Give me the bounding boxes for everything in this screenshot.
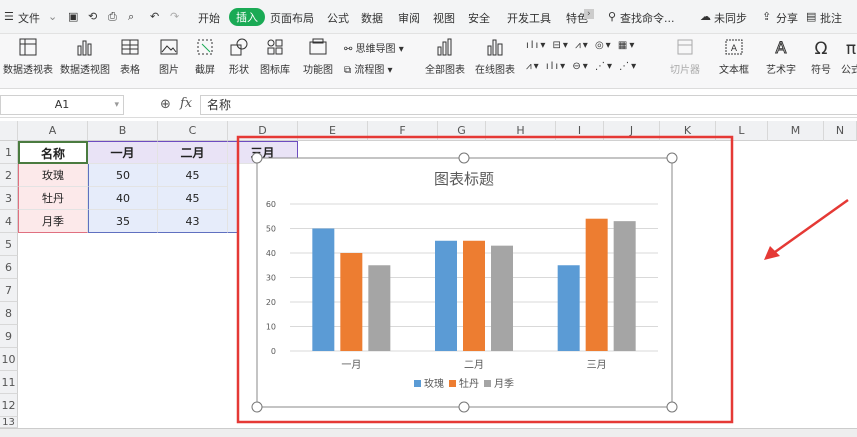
sheet-tabs-bar[interactable] bbox=[0, 428, 857, 437]
y-tick-label: 50 bbox=[266, 225, 276, 234]
x-tick-label: 二月 bbox=[464, 359, 484, 371]
bar bbox=[585, 218, 608, 351]
bar bbox=[613, 221, 636, 351]
bar bbox=[435, 240, 457, 351]
resize-handle[interactable] bbox=[251, 152, 263, 164]
bar bbox=[491, 245, 513, 351]
chart-overlay: 图表标题 0 10 20 30 40 50 60 一月 二月 三月玫瑰 牡丹 月季 bbox=[236, 135, 849, 424]
y-tick-label: 20 bbox=[266, 298, 276, 307]
bar bbox=[340, 253, 363, 351]
bar bbox=[463, 240, 485, 351]
resize-handle[interactable] bbox=[666, 401, 678, 413]
y-tick-label: 60 bbox=[266, 200, 276, 209]
resize-handle[interactable] bbox=[458, 152, 470, 164]
resize-handle[interactable] bbox=[458, 401, 470, 413]
legend-swatch bbox=[414, 380, 421, 387]
y-tick-label: 30 bbox=[266, 274, 276, 283]
chart-title: 图表标题 bbox=[434, 170, 494, 188]
resize-handle[interactable] bbox=[251, 401, 263, 413]
y-tick-label: 10 bbox=[266, 323, 276, 332]
legend-label: 玫瑰 bbox=[424, 377, 444, 390]
x-tick-label: 三月 bbox=[587, 359, 607, 371]
red-arrow bbox=[764, 198, 849, 260]
resize-handle[interactable] bbox=[666, 152, 678, 164]
arrow-shaft bbox=[774, 198, 849, 254]
bar bbox=[557, 265, 580, 351]
legend-label: 月季 bbox=[494, 378, 514, 390]
y-tick-label: 40 bbox=[266, 249, 276, 258]
bar bbox=[368, 265, 391, 351]
legend-label: 牡丹 bbox=[459, 377, 479, 390]
bar bbox=[312, 228, 335, 351]
legend-swatch bbox=[484, 380, 491, 387]
arrow-head bbox=[764, 246, 780, 260]
legend-swatch bbox=[449, 380, 456, 387]
x-tick-label: 一月 bbox=[341, 359, 361, 371]
y-tick-label: 0 bbox=[271, 347, 276, 356]
